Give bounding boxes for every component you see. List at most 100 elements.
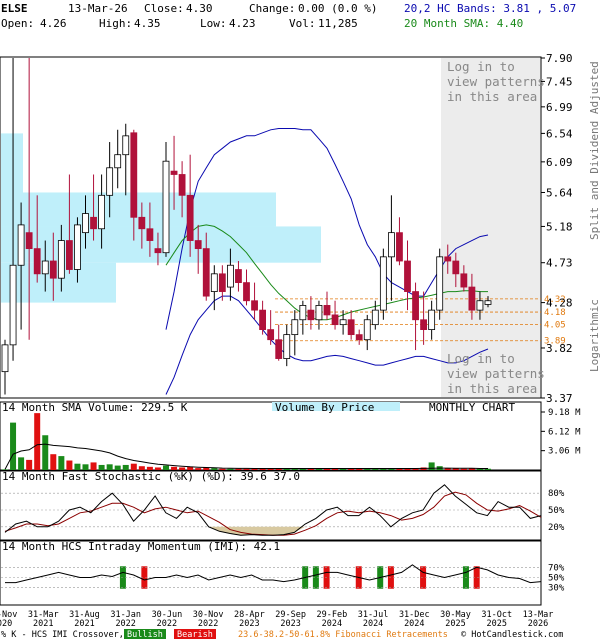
candle-body xyxy=(194,240,202,250)
stochastic-panel: 14 Month Fast Stochastic (%K) (%D): 39.6… xyxy=(0,470,565,541)
candle-body xyxy=(57,240,65,279)
patterns-top-line-1: Log in to xyxy=(447,59,515,74)
stock-chart: ELSE 13-Mar-26 Close: 4.30 Change: 0.00 … xyxy=(0,2,600,640)
candle-body xyxy=(331,314,339,326)
x-tick-year: 2024 xyxy=(363,619,383,629)
volume-bar xyxy=(50,454,57,470)
price-tick-label: 7.45 xyxy=(546,75,573,88)
candle-body xyxy=(138,216,146,230)
candle-body xyxy=(17,224,25,266)
x-tick-year: 2021 xyxy=(33,619,53,629)
stoch-tick-label: 20% xyxy=(548,523,565,533)
candle-body xyxy=(210,273,218,292)
legend-prefix: % K - HCS IMI Crossover, xyxy=(1,630,124,640)
price-tick-label: 7.90 xyxy=(546,52,573,65)
imi-tick-label: 70% xyxy=(548,563,565,573)
header: ELSE 13-Mar-26 Close: 4.30 Change: 0.00 … xyxy=(1,2,576,30)
volume-axis: 9.18 M 6.12 M 3.06 M xyxy=(541,408,581,457)
imi-title: 14 Month HCS Intraday Momentum (IMI): 42… xyxy=(2,540,280,553)
price-tick-label: 5.64 xyxy=(546,186,573,199)
candle-body xyxy=(90,216,97,230)
x-tick-year: 2022 xyxy=(157,619,177,629)
candle-body xyxy=(114,154,122,169)
volume-panel: 14 Month SMA Volume: 229.5 K Volume By P… xyxy=(0,401,581,471)
candle-body xyxy=(436,256,444,311)
imi-tick-label: 30% xyxy=(548,584,565,594)
volume-bar xyxy=(42,435,49,470)
candle-body xyxy=(218,273,226,292)
candle-body xyxy=(404,260,411,292)
candle-body xyxy=(387,232,395,258)
patterns-top-line-3: in this area xyxy=(447,89,537,104)
x-tick-year: 2026 xyxy=(528,619,548,629)
candle-body xyxy=(251,300,258,311)
high-label: High: xyxy=(99,17,132,30)
x-tick-year: 2023 xyxy=(280,619,300,629)
vbp-bar xyxy=(1,226,321,263)
price-tick-label: 6.54 xyxy=(546,127,573,140)
legend-bearish: Bearish xyxy=(177,630,213,640)
volume-bar xyxy=(26,459,33,470)
price-tick-label: 6.09 xyxy=(546,156,573,169)
x-tick-year: 2022 xyxy=(115,619,135,629)
candle-body xyxy=(476,300,484,311)
candle-body xyxy=(299,305,307,321)
price-tick-label: 3.37 xyxy=(546,392,573,405)
footer-legend: % K - HCS IMI Crossover, Bullish Bearish… xyxy=(1,629,563,640)
candle-body xyxy=(106,167,114,196)
patterns-top-line-2: view patterns xyxy=(447,74,545,89)
price-tick-label: 5.18 xyxy=(546,220,573,233)
candle-body xyxy=(259,309,267,331)
candle-body xyxy=(379,256,387,311)
candle-body xyxy=(347,319,355,336)
x-tick-year: 2024 xyxy=(404,619,424,629)
low-label: Low: xyxy=(200,17,227,30)
candle-body xyxy=(363,319,371,341)
candle-body xyxy=(98,194,105,230)
volume-title: 14 Month SMA Volume: 229.5 K xyxy=(2,401,188,414)
x-tick-year: 2025 xyxy=(487,619,507,629)
candle-body xyxy=(74,224,81,270)
price-tick-label: 3.82 xyxy=(546,342,573,355)
volume-bar xyxy=(460,468,467,470)
close-label: Close: xyxy=(144,2,184,15)
price-tick-label: 4.73 xyxy=(546,257,573,270)
candle-body xyxy=(186,194,194,241)
candle-body xyxy=(307,309,315,321)
candle-body xyxy=(82,213,89,234)
candle-body xyxy=(25,232,33,250)
candle-body xyxy=(468,286,476,311)
candle-body xyxy=(396,232,403,262)
candle-body xyxy=(33,248,41,275)
candle-body xyxy=(146,228,154,241)
candle-body xyxy=(170,170,178,175)
candle-body xyxy=(315,305,323,321)
volume-by-price-label: Volume By Price xyxy=(275,401,374,414)
x-tick-year: 2024 xyxy=(322,619,342,629)
price-tick-label: 4.28 xyxy=(546,297,573,310)
candle-body xyxy=(283,334,291,359)
x-tick-year: 2021 xyxy=(74,619,94,629)
hc-bands-label: 20,2 HC Bands: 3.81 , 5.07 xyxy=(404,2,576,15)
candle-body xyxy=(420,319,428,331)
ticker: ELSE xyxy=(1,2,28,15)
imi-tick-label: 50% xyxy=(548,574,565,584)
patterns-zone xyxy=(441,58,540,397)
volume-bar xyxy=(66,460,73,470)
candle-body xyxy=(460,273,468,288)
candle-body xyxy=(484,300,492,305)
candle-body xyxy=(122,135,130,156)
volume-bar xyxy=(58,456,65,470)
vol-value: 11,285 xyxy=(318,17,358,30)
logarithmic-label: Logarithmic xyxy=(588,299,600,372)
volume-tick-label: 3.06 M xyxy=(548,447,581,457)
candle-body xyxy=(428,309,436,331)
candle-body xyxy=(130,132,138,218)
patterns-bottom-line-2: view patterns xyxy=(447,366,545,381)
change-value: 0.00 (0.0 %) xyxy=(298,2,377,15)
candle-body xyxy=(41,260,49,275)
candle-body xyxy=(323,305,331,316)
volume-bar xyxy=(90,462,97,470)
x-tick-year: 2020 xyxy=(0,619,12,629)
candle-body xyxy=(178,174,186,196)
